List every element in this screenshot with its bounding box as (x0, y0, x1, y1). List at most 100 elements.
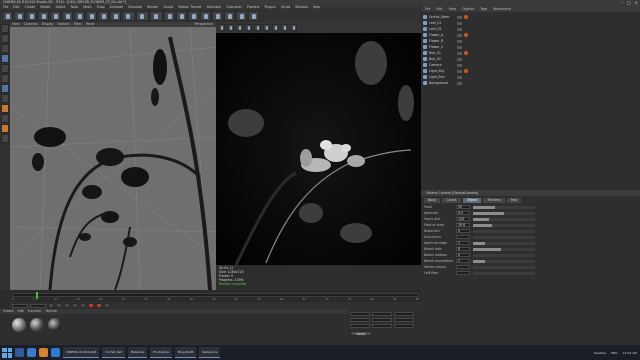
material-menu-item[interactable]: Function (28, 309, 42, 314)
visibility-toggle[interactable] (457, 81, 462, 85)
cube-icon[interactable] (164, 10, 175, 21)
rotation-b-field[interactable] (394, 323, 414, 328)
attribute-slider[interactable] (473, 235, 535, 239)
render-settings-icon[interactable] (150, 10, 163, 21)
visibility-toggle[interactable] (457, 39, 462, 43)
axis-mode-icon[interactable] (1, 84, 9, 93)
live-selection-icon[interactable] (26, 10, 37, 21)
attribute-tab[interactable]: Object (462, 198, 482, 203)
start-frame-field[interactable] (12, 303, 28, 308)
material-menu-item[interactable]: Create (3, 309, 14, 314)
material-menu-item[interactable]: Edit (18, 309, 24, 314)
render-picture-viewer-icon[interactable] (136, 10, 149, 21)
viewport-menu-item[interactable]: Cameras (24, 22, 38, 27)
redo-icon[interactable] (14, 10, 25, 21)
object-manager-tab[interactable]: File (425, 7, 430, 11)
taskbar-item[interactable]: CINEMA 4D R19.024 (63, 347, 100, 358)
light-icon[interactable] (248, 10, 259, 21)
record-icon[interactable] (88, 303, 94, 308)
visibility-toggle[interactable] (457, 75, 462, 79)
attribute-slider[interactable] (473, 271, 535, 275)
object-manager-tab[interactable]: View (449, 7, 457, 11)
viewport-menu-item[interactable]: Panel (86, 22, 95, 27)
goto-end-icon[interactable] (80, 303, 86, 308)
material-tag-icon[interactable] (464, 15, 468, 19)
play-icon[interactable] (64, 303, 70, 308)
viewport-menu-item[interactable]: View (12, 22, 20, 27)
scale-icon[interactable] (50, 10, 61, 21)
end-frame-field[interactable] (30, 303, 46, 308)
visibility-toggle[interactable] (457, 69, 462, 73)
attribute-value-field[interactable] (456, 265, 470, 269)
attribute-slider[interactable] (473, 223, 535, 227)
position-y-field[interactable] (350, 317, 370, 322)
position-x-field[interactable] (350, 311, 370, 316)
tweak-mode-icon[interactable] (1, 94, 9, 103)
texture-mode-icon[interactable] (1, 44, 9, 53)
size-y-field[interactable] (372, 317, 392, 322)
visibility-toggle[interactable] (457, 63, 462, 67)
attribute-slider[interactable] (473, 265, 535, 269)
render-color-icon[interactable] (290, 24, 297, 31)
undo-icon[interactable] (2, 10, 13, 21)
axis-z-icon[interactable] (98, 10, 109, 21)
browser-icon[interactable] (39, 348, 48, 357)
rotation-p-field[interactable] (394, 317, 414, 322)
pen-icon[interactable] (176, 10, 187, 21)
object-manager-tab[interactable]: Objects (462, 7, 474, 11)
keyframe-selection-icon[interactable] (104, 303, 110, 308)
attribute-tab[interactable]: Thinlens (483, 198, 505, 203)
attribute-slider[interactable] (473, 217, 535, 221)
attribute-value-field[interactable] (456, 235, 470, 239)
visibility-toggle[interactable] (457, 45, 462, 49)
render-region-icon[interactable] (245, 24, 252, 31)
attribute-value-field[interactable]: 50 (456, 205, 470, 209)
taskbar-item[interactable]: Photoshop (150, 347, 173, 358)
tray-item[interactable]: 10:24 AM (623, 351, 637, 355)
taskview-icon[interactable] (15, 348, 24, 357)
render-settings-icon[interactable] (263, 24, 270, 31)
deformer-icon[interactable] (212, 10, 223, 21)
array-icon[interactable] (200, 10, 211, 21)
attribute-tab[interactable]: Basic (424, 198, 441, 203)
visibility-toggle[interactable] (457, 51, 462, 55)
material-tag-icon[interactable] (464, 69, 468, 73)
render-zoom-icon[interactable] (281, 24, 288, 31)
viewport-menu-item[interactable]: Display (42, 22, 54, 27)
apply-button[interactable]: Apply (350, 331, 372, 336)
attribute-tab[interactable]: Post (506, 198, 522, 203)
next-frame-icon[interactable] (72, 303, 78, 308)
axis-x-icon[interactable] (74, 10, 85, 21)
interactive-render-viewer[interactable]: 00:00:12 Size: 1280x720 Frame: 0 Progress: … (216, 22, 421, 290)
render-view-icon[interactable] (122, 10, 135, 21)
attribute-value-field[interactable]: 0 (456, 253, 470, 257)
workplane-icon[interactable] (1, 114, 9, 123)
attribute-value-field[interactable] (456, 271, 470, 275)
visibility-toggle[interactable] (457, 27, 462, 31)
model-mode-icon[interactable] (1, 34, 9, 43)
viewport-menu-item[interactable]: Filter (74, 22, 82, 27)
taskbar-item[interactable]: Reference (199, 347, 221, 358)
material-ball-1[interactable] (12, 318, 26, 332)
size-x-field[interactable] (372, 311, 392, 316)
windows-start-icon[interactable] (2, 347, 12, 358)
visibility-toggle[interactable] (457, 57, 462, 61)
solo-icon[interactable] (1, 134, 9, 143)
attribute-tab[interactable]: Coord. (442, 198, 461, 203)
axis-y-icon[interactable] (86, 10, 97, 21)
attribute-slider[interactable] (473, 205, 535, 209)
polygons-mode-icon[interactable] (1, 74, 9, 83)
visibility-toggle[interactable] (457, 15, 462, 19)
material-ball-2[interactable] (30, 318, 44, 332)
floor-icon[interactable] (224, 10, 235, 21)
visibility-toggle[interactable] (457, 33, 462, 37)
attribute-value-field[interactable]: 0.5 (456, 211, 470, 215)
attribute-slider[interactable] (473, 253, 535, 257)
taskbar-item[interactable]: Materials (127, 347, 148, 358)
attribute-slider[interactable] (473, 247, 535, 251)
material-tag-icon[interactable] (464, 51, 468, 55)
make-editable-icon[interactable] (1, 24, 9, 33)
visibility-toggle[interactable] (457, 21, 462, 25)
rotation-h-field[interactable] (394, 311, 414, 316)
object-row[interactable]: Background (423, 80, 640, 86)
